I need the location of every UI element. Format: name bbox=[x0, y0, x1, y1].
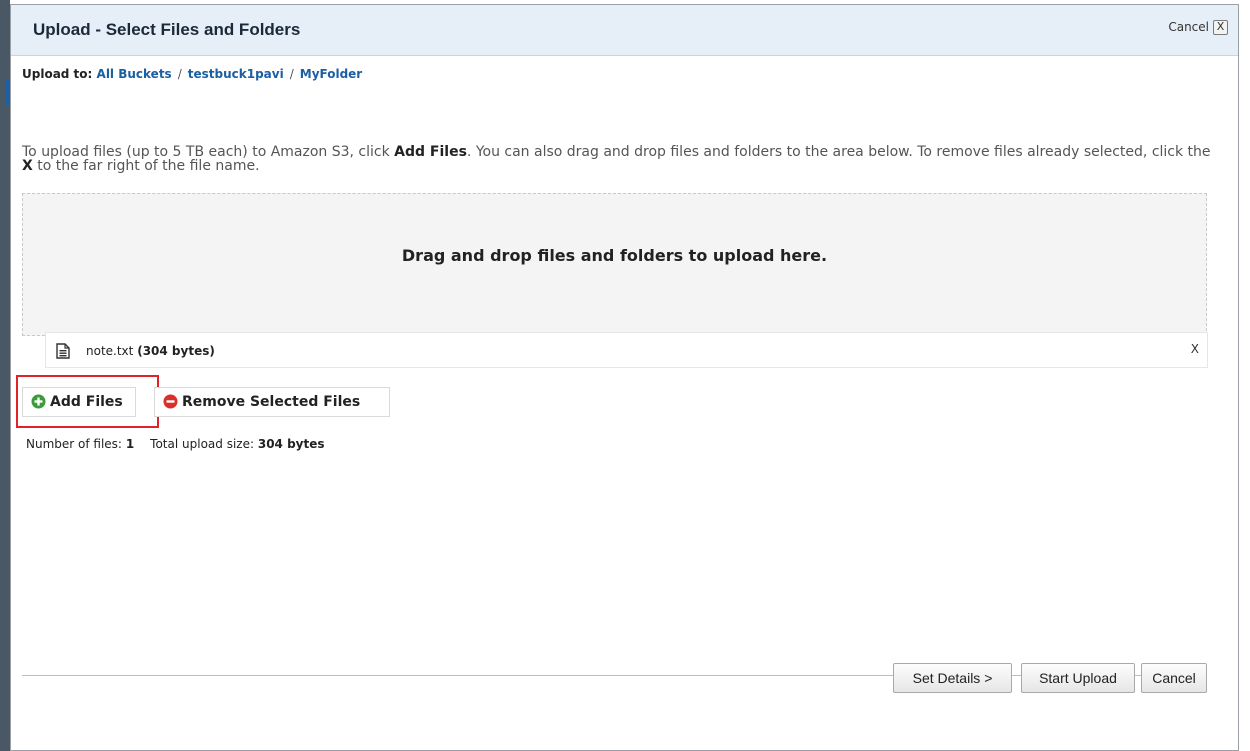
breadcrumb: Upload to: All Buckets / testbuck1pavi / MyF… bbox=[22, 67, 362, 81]
instructions-x: X bbox=[22, 158, 33, 174]
remove-selected-files-button[interactable]: Remove Selected Files bbox=[154, 387, 390, 417]
document-icon bbox=[56, 343, 70, 363]
breadcrumb-separator: / bbox=[289, 67, 294, 81]
dialog-titlebar: Upload - Select Files and Folders Cancel… bbox=[11, 5, 1238, 56]
instructions-add-files: Add Files bbox=[394, 144, 467, 160]
drop-zone-text: Drag and drop files and folders to uploa… bbox=[401, 246, 828, 265]
instructions-text: . You can also drag and drop files and f… bbox=[466, 144, 1211, 160]
add-files-button[interactable]: Add Files bbox=[22, 387, 136, 417]
breadcrumb-prefix: Upload to: bbox=[22, 67, 93, 81]
upload-instructions: To upload files (up to 5 TB each) to Ama… bbox=[22, 145, 1212, 173]
breadcrumb-all-buckets[interactable]: All Buckets bbox=[97, 67, 172, 81]
dialog-cancel-label: Cancel bbox=[1168, 20, 1209, 34]
remove-file-icon[interactable]: X bbox=[1191, 342, 1199, 356]
drop-zone[interactable]: Drag and drop files and folders to uploa… bbox=[22, 193, 1207, 336]
file-count-value: 1 bbox=[125, 437, 135, 451]
file-name: note.txt (304 bytes) bbox=[86, 344, 215, 358]
breadcrumb-folder[interactable]: MyFolder bbox=[300, 67, 362, 81]
plus-circle-icon bbox=[31, 394, 50, 410]
start-upload-button[interactable]: Start Upload bbox=[1021, 663, 1135, 693]
file-list-item: note.txt (304 bytes) X bbox=[45, 332, 1208, 368]
file-size: (304 bytes) bbox=[137, 344, 215, 358]
instructions-text: to the far right of the file name. bbox=[32, 158, 260, 174]
set-details-button[interactable]: Set Details > bbox=[893, 663, 1012, 693]
minus-circle-icon bbox=[163, 394, 182, 410]
remove-selected-files-label: Remove Selected Files bbox=[182, 394, 361, 410]
file-count-label: Number of files: bbox=[26, 437, 122, 451]
upload-stats: Number of files: 1 Total upload size: 304… bbox=[26, 437, 325, 451]
upload-dialog: Upload - Select Files and Folders Cancel… bbox=[10, 4, 1239, 751]
background-page bbox=[0, 0, 10, 751]
dialog-title: Upload - Select Files and Folders bbox=[33, 20, 301, 39]
total-size-value: 304 bytes bbox=[257, 437, 325, 451]
breadcrumb-bucket[interactable]: testbuck1pavi bbox=[188, 67, 284, 81]
cancel-button[interactable]: Cancel bbox=[1141, 663, 1207, 693]
dialog-cancel-link[interactable]: Cancel X bbox=[1168, 20, 1228, 35]
total-size-label: Total upload size: bbox=[150, 437, 255, 451]
breadcrumb-separator: / bbox=[177, 67, 182, 81]
close-icon[interactable]: X bbox=[1213, 20, 1228, 35]
file-name-text: note.txt bbox=[86, 344, 134, 358]
add-files-label: Add Files bbox=[50, 394, 123, 410]
